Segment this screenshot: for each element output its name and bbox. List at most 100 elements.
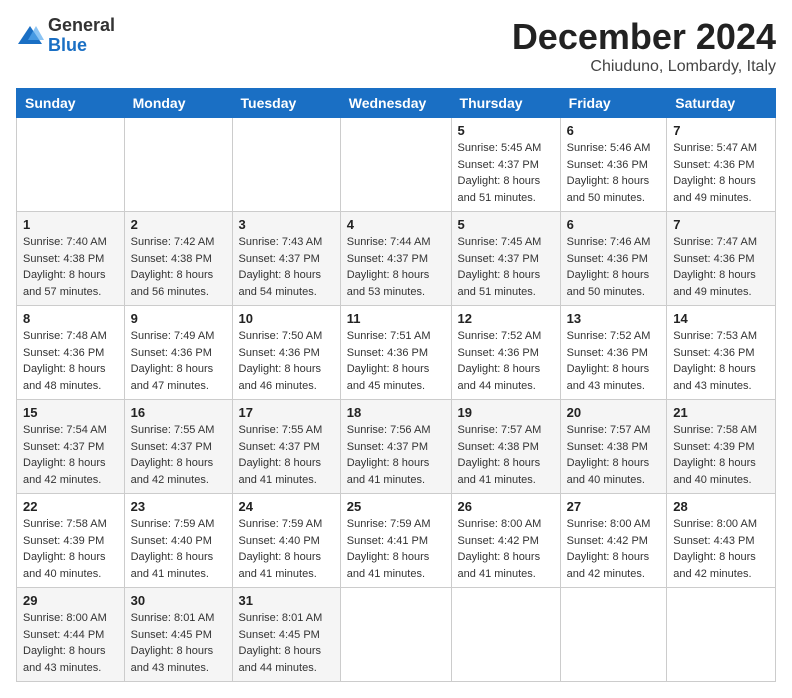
month-title: December 2024 [512, 16, 776, 58]
day-number: 6 [567, 217, 661, 232]
day-number: 1 [23, 217, 118, 232]
day-info: Sunrise: 8:00 AM Sunset: 4:42 PM Dayligh… [458, 516, 554, 582]
calendar-cell [340, 118, 451, 212]
day-header-thursday: Thursday [451, 89, 560, 118]
day-info: Sunrise: 5:47 AM Sunset: 4:36 PM Dayligh… [673, 140, 769, 206]
day-info: Sunrise: 7:50 AM Sunset: 4:36 PM Dayligh… [239, 328, 334, 394]
day-number: 22 [23, 499, 118, 514]
day-number: 4 [347, 217, 445, 232]
day-info: Sunrise: 7:58 AM Sunset: 4:39 PM Dayligh… [23, 516, 118, 582]
day-number: 14 [673, 311, 769, 326]
day-number: 9 [131, 311, 226, 326]
day-info: Sunrise: 7:52 AM Sunset: 4:36 PM Dayligh… [567, 328, 661, 394]
day-info: Sunrise: 8:01 AM Sunset: 4:45 PM Dayligh… [239, 610, 334, 676]
calendar-week-4: 15 Sunrise: 7:54 AM Sunset: 4:37 PM Dayl… [17, 400, 776, 494]
day-info: Sunrise: 7:59 AM Sunset: 4:40 PM Dayligh… [131, 516, 226, 582]
calendar-week-6: 29 Sunrise: 8:00 AM Sunset: 4:44 PM Dayl… [17, 588, 776, 682]
day-info: Sunrise: 7:58 AM Sunset: 4:39 PM Dayligh… [673, 422, 769, 488]
day-info: Sunrise: 7:46 AM Sunset: 4:36 PM Dayligh… [567, 234, 661, 300]
day-info: Sunrise: 7:59 AM Sunset: 4:40 PM Dayligh… [239, 516, 334, 582]
calendar-table: SundayMondayTuesdayWednesdayThursdayFrid… [16, 88, 776, 682]
day-number: 23 [131, 499, 226, 514]
calendar-week-3: 8 Sunrise: 7:48 AM Sunset: 4:36 PM Dayli… [17, 306, 776, 400]
day-number: 13 [567, 311, 661, 326]
day-header-saturday: Saturday [667, 89, 776, 118]
calendar-header-row: SundayMondayTuesdayWednesdayThursdayFrid… [17, 89, 776, 118]
calendar-cell [17, 118, 125, 212]
calendar-cell: 16 Sunrise: 7:55 AM Sunset: 4:37 PM Dayl… [124, 400, 232, 494]
day-number: 26 [458, 499, 554, 514]
calendar-cell [340, 588, 451, 682]
calendar-cell: 14 Sunrise: 7:53 AM Sunset: 4:36 PM Dayl… [667, 306, 776, 400]
day-header-friday: Friday [560, 89, 667, 118]
calendar-cell: 17 Sunrise: 7:55 AM Sunset: 4:37 PM Dayl… [232, 400, 340, 494]
calendar-cell: 2 Sunrise: 7:42 AM Sunset: 4:38 PM Dayli… [124, 212, 232, 306]
day-number: 16 [131, 405, 226, 420]
day-info: Sunrise: 7:45 AM Sunset: 4:37 PM Dayligh… [458, 234, 554, 300]
calendar-cell: 10 Sunrise: 7:50 AM Sunset: 4:36 PM Dayl… [232, 306, 340, 400]
day-info: Sunrise: 7:56 AM Sunset: 4:37 PM Dayligh… [347, 422, 445, 488]
day-info: Sunrise: 7:43 AM Sunset: 4:37 PM Dayligh… [239, 234, 334, 300]
day-header-sunday: Sunday [17, 89, 125, 118]
day-number: 5 [458, 217, 554, 232]
day-header-monday: Monday [124, 89, 232, 118]
day-number: 11 [347, 311, 445, 326]
calendar-cell: 18 Sunrise: 7:56 AM Sunset: 4:37 PM Dayl… [340, 400, 451, 494]
calendar-cell: 28 Sunrise: 8:00 AM Sunset: 4:43 PM Dayl… [667, 494, 776, 588]
day-info: Sunrise: 7:47 AM Sunset: 4:36 PM Dayligh… [673, 234, 769, 300]
day-number: 20 [567, 405, 661, 420]
calendar-cell: 8 Sunrise: 7:48 AM Sunset: 4:36 PM Dayli… [17, 306, 125, 400]
day-info: Sunrise: 8:00 AM Sunset: 4:43 PM Dayligh… [673, 516, 769, 582]
day-info: Sunrise: 7:48 AM Sunset: 4:36 PM Dayligh… [23, 328, 118, 394]
location: Chiuduno, Lombardy, Italy [512, 58, 776, 76]
calendar-cell: 23 Sunrise: 7:59 AM Sunset: 4:40 PM Dayl… [124, 494, 232, 588]
calendar-cell: 1 Sunrise: 7:40 AM Sunset: 4:38 PM Dayli… [17, 212, 125, 306]
day-info: Sunrise: 7:57 AM Sunset: 4:38 PM Dayligh… [567, 422, 661, 488]
day-info: Sunrise: 7:42 AM Sunset: 4:38 PM Dayligh… [131, 234, 226, 300]
logo-blue-text: Blue [48, 36, 115, 56]
day-number: 15 [23, 405, 118, 420]
day-info: Sunrise: 7:57 AM Sunset: 4:38 PM Dayligh… [458, 422, 554, 488]
day-info: Sunrise: 7:53 AM Sunset: 4:36 PM Dayligh… [673, 328, 769, 394]
calendar-cell: 24 Sunrise: 7:59 AM Sunset: 4:40 PM Dayl… [232, 494, 340, 588]
day-number: 19 [458, 405, 554, 420]
day-info: Sunrise: 7:59 AM Sunset: 4:41 PM Dayligh… [347, 516, 445, 582]
calendar-cell: 25 Sunrise: 7:59 AM Sunset: 4:41 PM Dayl… [340, 494, 451, 588]
calendar-cell: 12 Sunrise: 7:52 AM Sunset: 4:36 PM Dayl… [451, 306, 560, 400]
page-header: General Blue December 2024 Chiuduno, Lom… [16, 16, 776, 76]
calendar-cell: 7 Sunrise: 7:47 AM Sunset: 4:36 PM Dayli… [667, 212, 776, 306]
day-number: 29 [23, 593, 118, 608]
day-info: Sunrise: 8:00 AM Sunset: 4:44 PM Dayligh… [23, 610, 118, 676]
day-number: 12 [458, 311, 554, 326]
calendar-cell: 15 Sunrise: 7:54 AM Sunset: 4:37 PM Dayl… [17, 400, 125, 494]
day-number: 21 [673, 405, 769, 420]
calendar-cell: 19 Sunrise: 7:57 AM Sunset: 4:38 PM Dayl… [451, 400, 560, 494]
calendar-week-2: 1 Sunrise: 7:40 AM Sunset: 4:38 PM Dayli… [17, 212, 776, 306]
calendar-cell: 7 Sunrise: 5:47 AM Sunset: 4:36 PM Dayli… [667, 118, 776, 212]
calendar-cell: 5 Sunrise: 5:45 AM Sunset: 4:37 PM Dayli… [451, 118, 560, 212]
day-number: 25 [347, 499, 445, 514]
day-number: 7 [673, 123, 769, 138]
calendar-cell: 6 Sunrise: 7:46 AM Sunset: 4:36 PM Dayli… [560, 212, 667, 306]
day-info: Sunrise: 5:46 AM Sunset: 4:36 PM Dayligh… [567, 140, 661, 206]
day-info: Sunrise: 5:45 AM Sunset: 4:37 PM Dayligh… [458, 140, 554, 206]
day-header-tuesday: Tuesday [232, 89, 340, 118]
day-number: 2 [131, 217, 226, 232]
calendar-cell: 6 Sunrise: 5:46 AM Sunset: 4:36 PM Dayli… [560, 118, 667, 212]
title-block: December 2024 Chiuduno, Lombardy, Italy [512, 16, 776, 76]
calendar-cell: 4 Sunrise: 7:44 AM Sunset: 4:37 PM Dayli… [340, 212, 451, 306]
day-number: 6 [567, 123, 661, 138]
day-info: Sunrise: 7:44 AM Sunset: 4:37 PM Dayligh… [347, 234, 445, 300]
day-info: Sunrise: 7:55 AM Sunset: 4:37 PM Dayligh… [239, 422, 334, 488]
calendar-cell: 31 Sunrise: 8:01 AM Sunset: 4:45 PM Dayl… [232, 588, 340, 682]
day-number: 31 [239, 593, 334, 608]
day-header-wednesday: Wednesday [340, 89, 451, 118]
calendar-cell: 13 Sunrise: 7:52 AM Sunset: 4:36 PM Dayl… [560, 306, 667, 400]
calendar-week-1: 5 Sunrise: 5:45 AM Sunset: 4:37 PM Dayli… [17, 118, 776, 212]
logo-general-text: General [48, 16, 115, 36]
calendar-cell: 3 Sunrise: 7:43 AM Sunset: 4:37 PM Dayli… [232, 212, 340, 306]
day-number: 7 [673, 217, 769, 232]
logo: General Blue [16, 16, 115, 56]
calendar-cell: 9 Sunrise: 7:49 AM Sunset: 4:36 PM Dayli… [124, 306, 232, 400]
calendar-cell: 29 Sunrise: 8:00 AM Sunset: 4:44 PM Dayl… [17, 588, 125, 682]
